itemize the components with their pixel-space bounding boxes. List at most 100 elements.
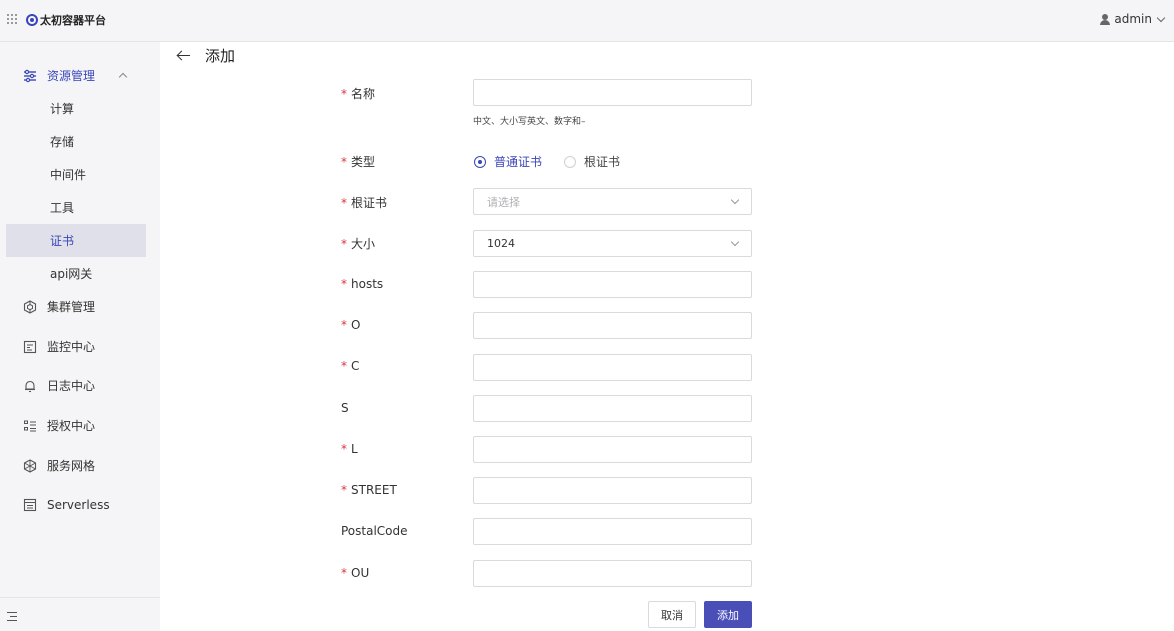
page-title: 添加 <box>205 47 236 65</box>
required-mark: * <box>341 237 347 251</box>
label-text: C <box>351 359 360 373</box>
list-icon <box>24 420 36 431</box>
radio-label: 普通证书 <box>494 155 543 169</box>
sidebar-item-cluster[interactable]: 集群管理 <box>0 290 160 323</box>
sidebar-item-label: 日志中心 <box>47 379 96 393</box>
postal-code-input[interactable] <box>473 518 752 545</box>
required-mark: * <box>341 359 347 373</box>
monitor-icon <box>23 340 37 353</box>
postal-code-label: PostalCode <box>341 524 408 538</box>
name-input[interactable] <box>473 79 752 106</box>
sidebar-subitem-tools[interactable]: 工具 <box>6 191 146 224</box>
sidebar-item-label: Serverless <box>47 497 110 512</box>
street-input[interactable] <box>473 477 752 504</box>
radio-normal-certificate[interactable]: 普通证书 <box>474 153 542 170</box>
hosts-input[interactable] <box>473 271 752 298</box>
sidebar-item-label: 授权中心 <box>47 419 96 433</box>
required-mark: * <box>341 318 347 332</box>
s-input[interactable] <box>473 395 752 422</box>
required-mark: * <box>341 566 347 580</box>
sidebar-item-label: 服务网格 <box>47 459 96 473</box>
label-text: 名称 <box>351 87 376 101</box>
c-label: * C <box>341 359 359 373</box>
sidebar-item-logs[interactable]: 日志中心 <box>0 369 160 402</box>
serverless-icon <box>23 498 37 511</box>
o-label: * O <box>341 318 360 332</box>
chevron-down-icon <box>730 237 740 247</box>
sidebar-subitem-storage[interactable]: 存储 <box>6 125 146 158</box>
radio-checked-icon <box>474 155 486 168</box>
street-label: * STREET <box>341 483 397 497</box>
collapse-sidebar-icon[interactable] <box>7 612 17 622</box>
sidebar: 资源管理 计算 存储 中间件 工具 证书 api网关 集群管理 监控中心 日志中… <box>0 42 160 631</box>
cluster-icon <box>23 299 37 314</box>
sidebar-subitem-label: 工具 <box>50 201 75 215</box>
label-text: PostalCode <box>341 524 408 538</box>
sidebar-divider <box>0 597 160 598</box>
logo[interactable]: 太初容器平台 <box>26 12 106 28</box>
label-text: L <box>351 442 358 456</box>
logo-icon <box>26 14 38 26</box>
required-mark: * <box>341 483 347 497</box>
required-mark: * <box>341 196 347 210</box>
sidebar-item-label: 监控中心 <box>47 340 96 354</box>
chevron-up-icon <box>118 72 128 82</box>
mesh-icon <box>23 458 37 473</box>
label-text: OU <box>351 566 370 580</box>
name-label: * 名称 <box>341 85 375 102</box>
l-label: * L <box>341 442 358 456</box>
label-text: hosts <box>351 277 384 291</box>
sidebar-subitem-certificates[interactable]: 证书 <box>6 224 146 257</box>
chevron-down-icon <box>730 195 740 205</box>
sidebar-item-resource-management[interactable]: 资源管理 <box>0 59 160 92</box>
required-mark: * <box>341 277 347 291</box>
label-text: 大小 <box>351 237 376 251</box>
user-menu[interactable]: admin <box>1100 12 1166 26</box>
radio-label: 根证书 <box>584 155 621 169</box>
sidebar-item-label: 资源管理 <box>47 69 96 83</box>
sidebar-subitem-label: 中间件 <box>50 168 87 182</box>
size-label: * 大小 <box>341 235 375 252</box>
radio-root-certificate[interactable]: 根证书 <box>564 153 620 170</box>
bell-icon <box>25 380 35 392</box>
label-text: O <box>351 318 361 332</box>
top-bar: 太初容器平台 admin <box>0 0 1174 42</box>
label-text: STREET <box>351 483 397 497</box>
back-arrow-icon[interactable] <box>177 49 191 63</box>
select-value: 1024 <box>487 237 515 250</box>
sidebar-subitem-middleware[interactable]: 中间件 <box>6 158 146 191</box>
sidebar-subitem-label: 计算 <box>50 102 75 116</box>
submit-button[interactable]: 添加 <box>704 601 752 628</box>
app-grid-icon[interactable] <box>7 14 17 24</box>
ou-input[interactable] <box>473 560 752 587</box>
s-label: S <box>341 401 349 415</box>
required-mark: * <box>341 442 347 456</box>
ou-label: * OU <box>341 566 369 580</box>
root-cert-select[interactable]: 请选择 <box>473 188 752 215</box>
label-text: S <box>341 401 349 415</box>
required-mark: * <box>341 155 347 169</box>
sidebar-item-serverless[interactable]: Serverless <box>0 488 160 521</box>
sidebar-item-authorization[interactable]: 授权中心 <box>0 409 160 442</box>
user-icon <box>1100 13 1111 25</box>
size-select[interactable]: 1024 <box>473 230 752 257</box>
l-input[interactable] <box>473 436 752 463</box>
sidebar-item-monitor[interactable]: 监控中心 <box>0 330 160 363</box>
sidebar-item-label: 集群管理 <box>47 300 96 314</box>
name-hint: 中文、大小写英文、数字和– <box>473 117 586 127</box>
o-input[interactable] <box>473 312 752 339</box>
label-text: 类型 <box>351 155 376 169</box>
chevron-down-icon <box>1156 13 1166 22</box>
c-input[interactable] <box>473 354 752 381</box>
radio-unchecked-icon <box>564 155 576 168</box>
logo-text: 太初容器平台 <box>40 14 106 27</box>
sidebar-item-service-mesh[interactable]: 服务网格 <box>0 449 160 482</box>
root-cert-label: * 根证书 <box>341 194 387 211</box>
user-name: admin <box>1114 12 1152 26</box>
cancel-button[interactable]: 取消 <box>648 601 696 628</box>
sidebar-subitem-label: api网关 <box>50 267 93 281</box>
sidebar-subitem-compute[interactable]: 计算 <box>6 92 146 125</box>
sidebar-subitem-api-gateway[interactable]: api网关 <box>6 257 146 290</box>
sliders-icon <box>24 69 36 82</box>
sidebar-subitem-label: 存储 <box>50 135 75 149</box>
